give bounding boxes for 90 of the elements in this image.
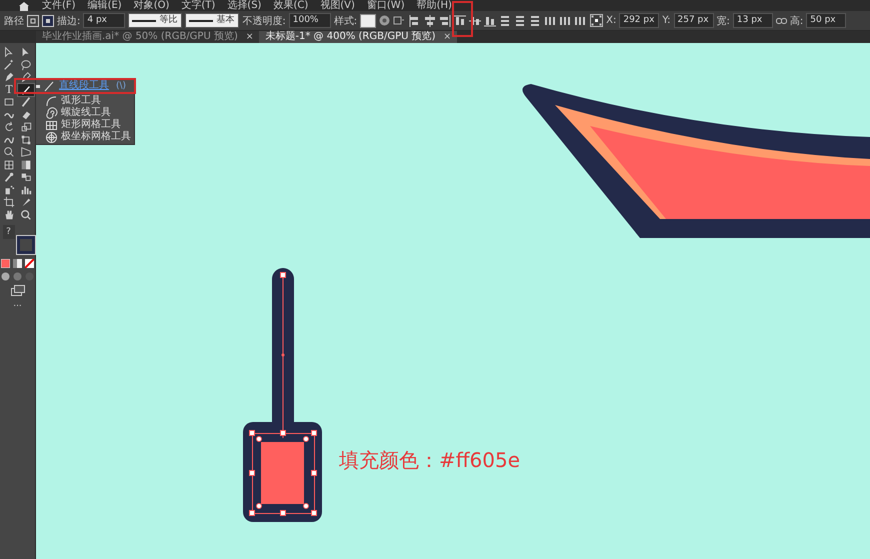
selection-bounding-box[interactable] xyxy=(249,430,317,516)
document-tab[interactable]: 未标题-1* @ 400% (RGB/GPU 预览) × xyxy=(259,31,458,43)
hand-icon[interactable] xyxy=(3,208,15,221)
free-transform-icon[interactable] xyxy=(20,134,32,146)
y-field[interactable]: 257 px xyxy=(674,13,714,28)
tab-label: 毕业作业插画.ai* @ 50% (RGB/GPU 预览) xyxy=(42,31,238,43)
field-label: 宽: xyxy=(716,14,730,28)
flyout-item-label: 直线段工具 xyxy=(59,80,109,92)
mesh-icon[interactable] xyxy=(3,158,15,171)
selection-icon[interactable] xyxy=(3,46,15,58)
screen-mode-icon[interactable] xyxy=(10,285,24,296)
gradient-mode-icon[interactable] xyxy=(13,259,22,268)
reference-point-icon[interactable] xyxy=(590,14,604,27)
rectangle-icon[interactable] xyxy=(3,96,15,108)
style-swatch[interactable] xyxy=(360,14,376,28)
x-field[interactable]: 292 px xyxy=(619,13,660,28)
magic-wand-icon[interactable] xyxy=(3,58,15,71)
flyout-item[interactable]: 极坐标网格工具 xyxy=(36,131,134,143)
paintbrush-icon[interactable] xyxy=(20,96,32,108)
none-mode-icon[interactable] xyxy=(25,259,34,268)
curvature-pen-icon[interactable] xyxy=(20,71,32,84)
menu-item[interactable]: 效果(C) xyxy=(273,0,308,11)
spiral-icon xyxy=(45,106,58,120)
align-icon[interactable] xyxy=(438,14,452,28)
shape-builder-icon[interactable] xyxy=(3,146,15,158)
menu-item[interactable]: 选择(S) xyxy=(227,0,262,11)
fill-color-note: 填充颜色：#ff605e xyxy=(339,447,520,474)
color-mode-icon[interactable] xyxy=(1,259,10,268)
width-field[interactable]: 13 px xyxy=(732,13,773,28)
polar-grid-icon xyxy=(45,130,58,144)
align-icon[interactable] xyxy=(453,14,468,28)
highlight-frame xyxy=(452,1,473,37)
line-segment-icon xyxy=(43,80,56,92)
flyout-item-label: 弧形工具 xyxy=(61,95,101,106)
rotate-icon[interactable] xyxy=(3,121,15,134)
draw-normal-icon[interactable] xyxy=(1,272,10,281)
blend-icon[interactable] xyxy=(20,171,32,184)
home-icon[interactable] xyxy=(18,0,30,10)
field-label: X: xyxy=(606,15,616,26)
stroke-label: 描边: xyxy=(57,14,80,28)
symbol-sprayer-icon[interactable] xyxy=(3,184,15,196)
pen-icon[interactable] xyxy=(3,71,15,84)
shortcut-label: (\) xyxy=(116,81,126,91)
align-icon[interactable] xyxy=(423,14,438,28)
line-segment-icon xyxy=(20,84,32,96)
field-label: 高: xyxy=(790,14,804,28)
rectangular-grid-icon xyxy=(45,118,58,132)
document-tab[interactable]: 毕业作业插画.ai* @ 50% (RGB/GPU 预览) × xyxy=(36,31,260,43)
flyout-item-label: 螺旋线工具 xyxy=(61,107,111,118)
stroke-swatch-icon[interactable] xyxy=(42,14,54,26)
zoom-icon[interactable] xyxy=(20,208,32,221)
close-button[interactable]: × xyxy=(444,31,452,43)
fill-swatch-icon[interactable] xyxy=(27,14,39,26)
menu-item[interactable]: 视图(V) xyxy=(320,0,355,11)
stroke-weight-field[interactable]: 4 px xyxy=(83,13,126,28)
flyout-item-label: 极坐标网格工具 xyxy=(61,131,131,143)
arc-icon xyxy=(45,94,58,108)
eyedropper-icon[interactable] xyxy=(3,171,15,184)
lasso-icon[interactable] xyxy=(20,58,32,71)
style-label: 样式: xyxy=(334,14,358,28)
flyout-item[interactable]: 矩形网格工具 xyxy=(36,119,134,131)
menu-item[interactable]: 帮助(H) xyxy=(416,0,452,11)
menu-item[interactable]: 编辑(E) xyxy=(88,0,122,11)
scale-icon[interactable] xyxy=(20,121,32,134)
stroke-color-swatch[interactable] xyxy=(16,236,34,254)
type-tool[interactable]: T xyxy=(1,84,17,96)
opacity-label: 不透明度: xyxy=(242,14,286,28)
flyout-item[interactable]: 螺旋线工具 xyxy=(36,107,134,119)
bar-chart-icon[interactable] xyxy=(20,184,32,196)
gradient-icon[interactable] xyxy=(20,158,32,171)
artboard-icon[interactable] xyxy=(3,196,15,208)
height-field[interactable]: 50 px xyxy=(806,13,846,28)
selection-path[interactable] xyxy=(280,272,286,438)
more-tools-button[interactable]: ... xyxy=(13,300,22,308)
field-label: Y: xyxy=(662,15,671,26)
flyout-item[interactable]: 弧形工具 xyxy=(36,95,134,107)
link-icon[interactable] xyxy=(776,16,787,24)
current-tool-marker xyxy=(36,84,40,88)
eraser-icon[interactable] xyxy=(20,108,32,121)
flyout-item-label: 矩形网格工具 xyxy=(61,119,121,130)
tab-label: 未标题-1* @ 400% (RGB/GPU 预览) xyxy=(265,31,436,43)
fill-color-swatch[interactable]: ? xyxy=(2,225,14,239)
profile-dropdown[interactable]: 等比 xyxy=(128,13,182,28)
menu-item[interactable]: 对象(O) xyxy=(134,0,170,11)
brush-dropdown[interactable]: 基本 xyxy=(185,13,240,28)
object-type-label: 路径 xyxy=(4,14,24,28)
close-button[interactable]: × xyxy=(246,31,254,43)
perspective-grid-icon[interactable] xyxy=(20,146,32,158)
opacity-field[interactable]: 100% xyxy=(288,13,331,28)
shape-icon[interactable] xyxy=(393,15,406,26)
